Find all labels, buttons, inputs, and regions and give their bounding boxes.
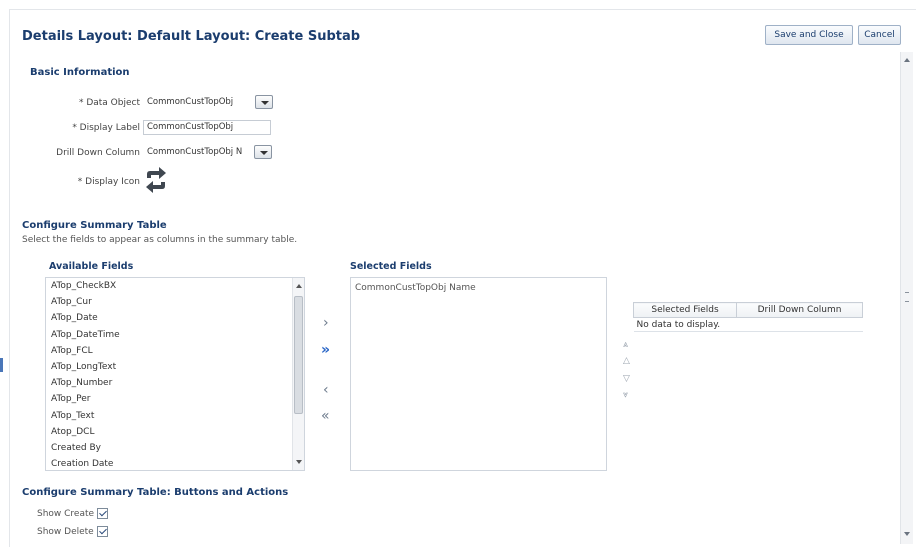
scroll-up-icon[interactable] [296, 284, 302, 288]
move-bottom-icon[interactable]: ⩔ [623, 391, 628, 400]
move-top-icon[interactable]: ⩓ [623, 341, 628, 350]
available-fields-list[interactable]: ATop_CheckBX ATop_Cur ATop_Date ATop_Dat… [45, 277, 305, 471]
move-up-icon[interactable]: △ [623, 357, 630, 366]
move-left-icon[interactable]: ‹ [323, 383, 329, 397]
available-fields-heading: Available Fields [49, 261, 134, 272]
scroll-thumb[interactable] [294, 296, 303, 414]
data-object-select[interactable]: CommonCustTopObj [143, 95, 251, 110]
empty-table-message: No data to display. [633, 317, 863, 332]
drill-down-dropdown-button[interactable] [254, 145, 272, 159]
show-delete-checkbox[interactable] [96, 526, 108, 537]
data-object-label: * Data Object [78, 98, 140, 108]
column-header-selected-fields[interactable]: Selected Fields [632, 302, 738, 318]
list-item[interactable]: ATop_Text [46, 408, 304, 424]
cancel-button[interactable]: Cancel [858, 25, 901, 45]
save-and-close-button[interactable]: Save and Close [765, 25, 853, 45]
show-delete-row: Show Delete [37, 526, 108, 537]
list-item[interactable]: ATop_Number [46, 375, 304, 391]
basic-information-heading: Basic Information [30, 67, 130, 78]
column-header-drill-down-column[interactable]: Drill Down Column [736, 302, 863, 318]
drill-down-column-select[interactable]: CommonCustTopObj N [143, 145, 253, 160]
selected-fields-list[interactable]: CommonCustTopObj Name [350, 277, 607, 471]
splitter-handle[interactable] [0, 358, 3, 372]
move-all-left-icon[interactable]: « [321, 409, 330, 423]
page-scroll-up-icon[interactable] [904, 58, 910, 62]
configure-summary-table-heading: Configure Summary Table [22, 220, 167, 231]
list-item[interactable]: ATop_Cur [46, 294, 304, 310]
list-item[interactable]: CommonCustTopObj Name [351, 278, 606, 298]
list-item[interactable]: Atop_DCL [46, 424, 304, 440]
page-scroll-down-icon[interactable] [904, 532, 910, 536]
show-delete-label: Show Delete [37, 526, 94, 537]
display-label-label: * Display Label [72, 123, 140, 133]
display-label-input[interactable]: CommonCustTopObj [143, 120, 271, 135]
display-icon-label: * Display Icon [77, 177, 140, 187]
list-item[interactable]: ATop_Per [46, 391, 304, 407]
list-item[interactable]: ATop_Date [46, 310, 304, 326]
page-scrollbar[interactable] [900, 52, 913, 544]
cancel-label: Cancel [864, 30, 895, 40]
show-create-row: Show Create [37, 508, 109, 519]
move-all-right-icon[interactable]: » [321, 343, 330, 357]
selected-fields-heading: Selected Fields [350, 261, 432, 272]
buttons-actions-heading: Configure Summary Table: Buttons and Act… [22, 487, 289, 498]
list-item[interactable]: Creation Date [46, 456, 304, 470]
save-and-close-label: Save and Close [774, 30, 844, 40]
list-item[interactable]: ATop_DateTime [46, 327, 304, 343]
page-title: Details Layout: Default Layout: Create S… [22, 29, 361, 44]
move-down-icon[interactable]: ▽ [623, 375, 630, 384]
list-item[interactable]: Created By [46, 440, 304, 456]
refresh-arrows-icon[interactable] [143, 167, 169, 193]
data-object-dropdown-button[interactable] [255, 95, 273, 109]
list-item[interactable]: ATop_CheckBX [46, 278, 304, 294]
list-item[interactable]: ATop_FCL [46, 343, 304, 359]
drill-down-column-label: Drill Down Column [56, 148, 140, 158]
scroll-down-icon[interactable] [296, 460, 302, 464]
show-create-checkbox[interactable] [97, 508, 109, 519]
move-right-icon[interactable]: › [323, 316, 329, 330]
page-scroll-grip[interactable] [905, 292, 909, 302]
summary-description: Select the fields to appear as columns i… [22, 235, 298, 245]
drill-down-table: Selected Fields Drill Down Column No dat… [632, 302, 863, 332]
list-item[interactable]: ATop_LongText [46, 359, 304, 375]
show-create-label: Show Create [37, 508, 95, 519]
available-fields-scrollbar[interactable] [292, 278, 304, 470]
